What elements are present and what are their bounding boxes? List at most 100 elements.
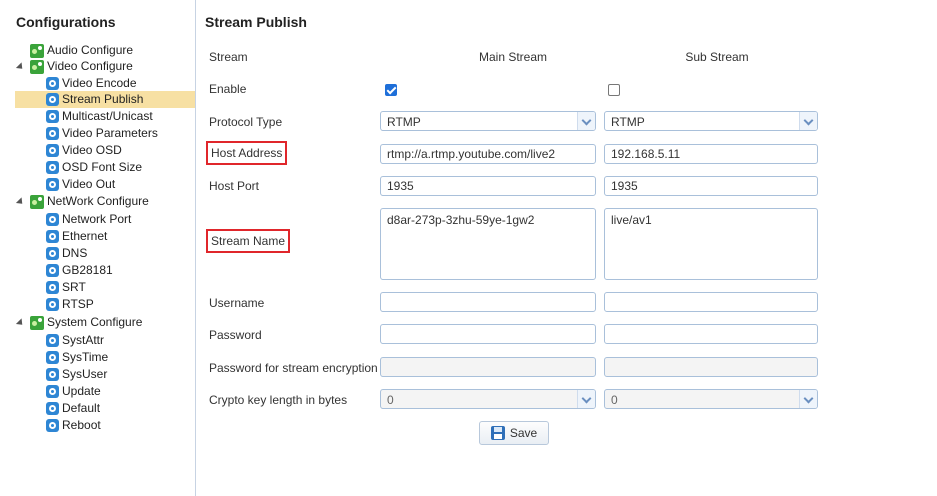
sidebar-item-video-osd[interactable]: Video OSD: [46, 142, 122, 159]
main-username-input[interactable]: [380, 292, 596, 312]
sub-username-input[interactable]: [604, 292, 818, 312]
gear-icon: [46, 351, 59, 364]
sidebar-item-dns[interactable]: DNS: [46, 245, 87, 262]
gear-icon: [46, 402, 59, 415]
sidebar-item-multicast-unicast[interactable]: Multicast/Unicast: [46, 108, 153, 125]
sidebar-item-label: Video Encode: [62, 76, 137, 90]
save-button-label: Save: [509, 426, 538, 440]
chevron-down-icon: [799, 390, 817, 408]
enable-label: Enable: [209, 82, 247, 96]
sidebar-item-label: Reboot: [62, 418, 101, 432]
sidebar-item-rtsp[interactable]: RTSP: [46, 296, 94, 313]
sidebar-item-default[interactable]: Default: [46, 400, 100, 417]
main-stream-header: Main Stream: [478, 50, 548, 64]
sidebar-item-update[interactable]: Update: [46, 383, 101, 400]
gear-icon: [46, 334, 59, 347]
gear-icon: [46, 178, 59, 191]
sidebar-item-label: Ethernet: [62, 229, 108, 243]
gear-icon: [46, 93, 59, 106]
folder-gear-icon: [30, 315, 44, 330]
expand-triangle-icon[interactable]: [15, 318, 26, 328]
sidebar-item-audio-configure[interactable]: Audio Configure: [30, 42, 133, 59]
sidebar-item-ethernet[interactable]: Ethernet: [46, 228, 107, 245]
sub-protocol-select[interactable]: RTMP: [604, 111, 818, 131]
main-protocol-select[interactable]: RTMP: [380, 111, 596, 131]
sub-crypto-length-select[interactable]: 0: [604, 389, 818, 409]
sidebar-item-label: Update: [62, 384, 101, 398]
main-enc-password-input[interactable]: [380, 357, 596, 377]
sidebar-item-systime[interactable]: SysTime: [46, 349, 108, 366]
main-enable-checkbox[interactable]: [385, 84, 397, 96]
sub-enable-checkbox[interactable]: [608, 84, 620, 96]
sidebar-item-label: RTSP: [62, 297, 94, 311]
sidebar-item-reboot[interactable]: Reboot: [46, 417, 101, 434]
gear-icon: [46, 144, 59, 157]
sidebar-item-label: Network Port: [62, 212, 132, 226]
main-host-address-input[interactable]: [380, 144, 596, 164]
gear-icon: [46, 161, 59, 174]
folder-gear-icon: [30, 59, 44, 74]
sub-password-input[interactable]: [604, 324, 818, 344]
sidebar-item-label: SysUser: [62, 367, 108, 381]
sub-host-address-input[interactable]: [604, 144, 818, 164]
gear-icon: [46, 110, 59, 123]
sidebar-item-label: OSD Font Size: [62, 160, 143, 174]
gear-icon: [46, 247, 59, 260]
main-crypto-length-select[interactable]: 0: [380, 389, 596, 409]
sidebar-item-video-configure[interactable]: Video Configure: [30, 58, 133, 75]
gear-icon: [46, 127, 59, 140]
sidebar-item-video-parameters[interactable]: Video Parameters: [46, 125, 158, 142]
sidebar-item-label: DNS: [62, 246, 88, 260]
sidebar-item-video-out[interactable]: Video Out: [46, 176, 115, 193]
sub-crypto-length-value: 0: [611, 393, 618, 407]
main-protocol-value: RTMP: [387, 115, 421, 129]
gear-icon: [46, 281, 59, 294]
gear-icon: [46, 368, 59, 381]
gear-icon: [46, 213, 59, 226]
protocol-type-label: Protocol Type: [209, 115, 283, 129]
save-button[interactable]: Save: [479, 421, 549, 445]
page-title: Stream Publish: [205, 14, 307, 30]
expand-triangle-icon[interactable]: [15, 197, 26, 207]
sidebar-item-label: SysTime: [62, 350, 109, 364]
gear-icon: [46, 419, 59, 432]
sidebar-item-label: Audio Configure: [47, 43, 134, 57]
chevron-down-icon: [577, 112, 595, 130]
main-host-port-input[interactable]: [380, 176, 596, 196]
sub-stream-name-textarea[interactable]: [604, 208, 818, 280]
sub-host-port-input[interactable]: [604, 176, 818, 196]
config-sidebar: Configurations Audio Configure Video Con…: [0, 0, 196, 496]
main-stream-name-textarea[interactable]: [380, 208, 596, 280]
expand-triangle-icon[interactable]: [15, 62, 26, 72]
folder-gear-icon: [30, 194, 44, 209]
sidebar-item-network-configure[interactable]: NetWork Configure: [30, 193, 149, 210]
save-disk-icon: [490, 426, 505, 440]
sub-stream-header: Sub Stream: [685, 50, 749, 64]
folder-gear-icon: [30, 43, 44, 58]
sidebar-item-srt[interactable]: SRT: [46, 279, 86, 296]
main-crypto-length-value: 0: [387, 393, 394, 407]
sidebar-item-label: Default: [62, 401, 101, 415]
enc-password-label: Password for stream encryption: [209, 361, 378, 375]
gear-icon: [46, 230, 59, 243]
sidebar-item-network-port[interactable]: Network Port: [46, 211, 131, 228]
sidebar-item-label: Video Out: [62, 177, 116, 191]
sub-enc-password-input[interactable]: [604, 357, 818, 377]
sidebar-item-label: Video Parameters: [62, 126, 158, 140]
sidebar-item-sysuser[interactable]: SysUser: [46, 366, 107, 383]
host-port-label: Host Port: [209, 179, 260, 193]
sidebar-item-video-encode[interactable]: Video Encode: [46, 75, 137, 92]
stream-publish-panel: Stream Publish Stream Main Stream Sub St…: [197, 0, 937, 496]
sidebar-item-system-configure[interactable]: System Configure: [30, 314, 142, 331]
sidebar-item-label: NetWork Configure: [47, 194, 149, 208]
sidebar-item-osd-font-size[interactable]: OSD Font Size: [46, 159, 142, 176]
main-password-input[interactable]: [380, 324, 596, 344]
sidebar-item-stream-publish[interactable]: Stream Publish: [15, 91, 195, 108]
gear-icon: [46, 385, 59, 398]
sidebar-item-label: Multicast/Unicast: [62, 109, 153, 123]
sidebar-item-label: Video OSD: [62, 143, 122, 157]
sidebar-item-systattr[interactable]: SystAttr: [46, 332, 104, 349]
username-label: Username: [209, 296, 265, 310]
sidebar-item-gb28181[interactable]: GB28181: [46, 262, 113, 279]
sidebar-item-label: SystAttr: [62, 333, 105, 347]
